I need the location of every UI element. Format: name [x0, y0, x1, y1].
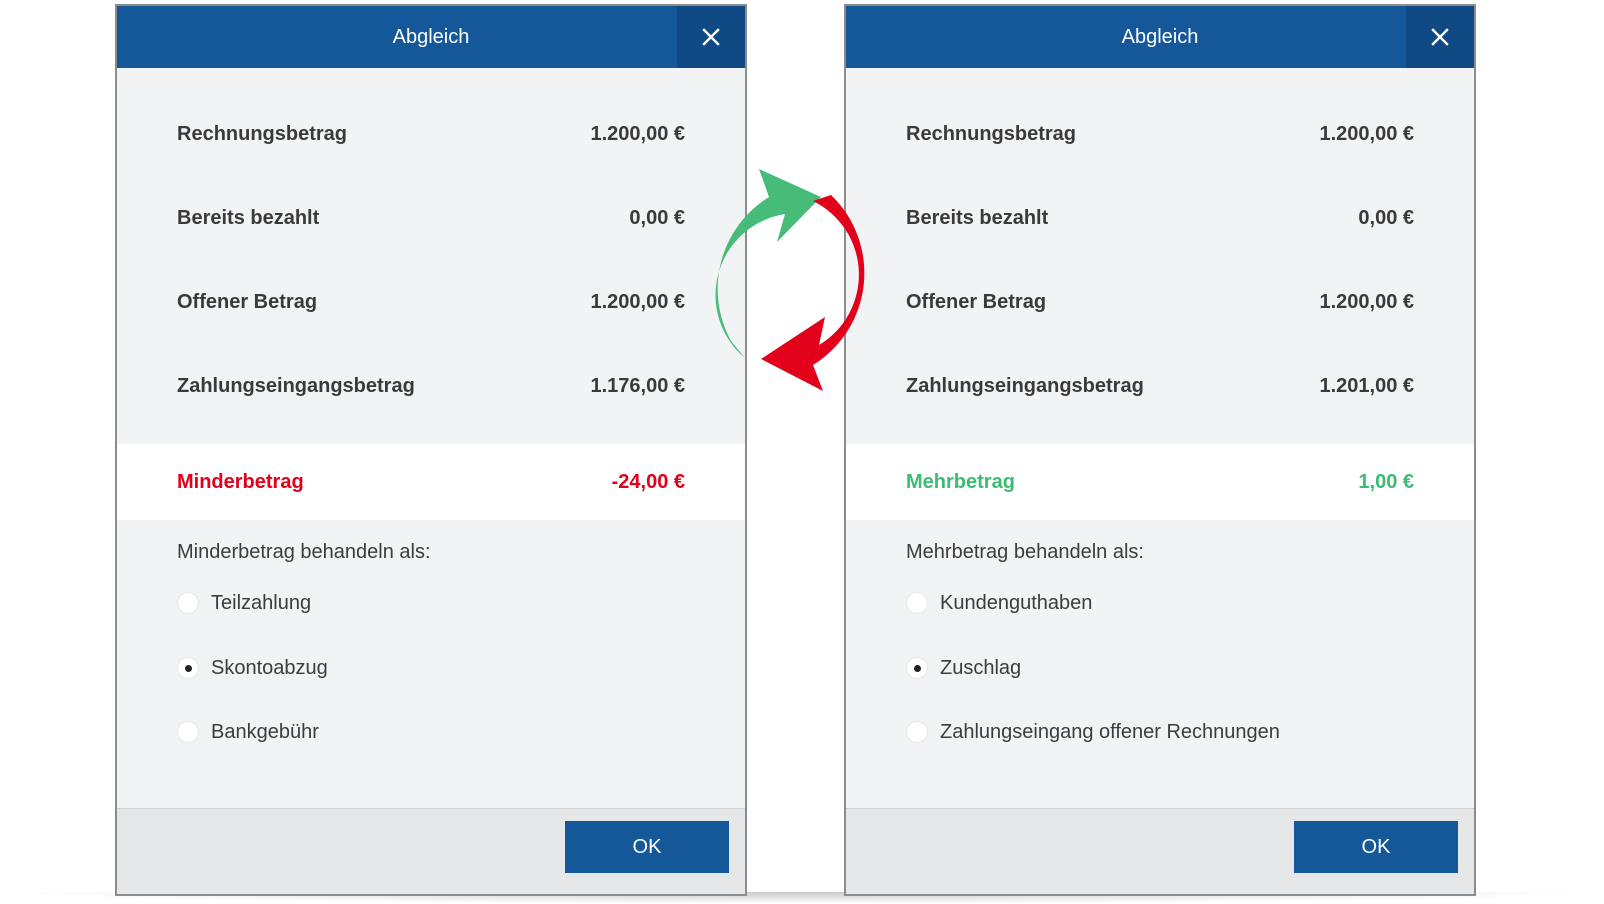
row-label: Zahlungseingangsbetrag [906, 375, 1144, 397]
row-value: 0,00 € [1358, 207, 1414, 229]
ok-button[interactable]: OK [1294, 821, 1458, 873]
treat-as-label: Mehrbetrag behandeln als: [906, 541, 1144, 563]
row-label: Bereits bezahlt [177, 207, 320, 229]
open-amount-row: Offener Betrag 1.200,00 € [906, 282, 1414, 322]
row-label: Offener Betrag [177, 291, 318, 313]
row-label: Bereits bezahlt [906, 207, 1049, 229]
close-button[interactable] [1406, 6, 1474, 68]
radio-button[interactable] [906, 721, 928, 743]
option-label: Teilzahlung [211, 592, 312, 614]
treat-as-label: Minderbetrag behandeln als: [177, 541, 431, 563]
radio-button[interactable] [177, 721, 199, 743]
ok-button[interactable]: OK [565, 821, 729, 873]
row-value: 1.200,00 € [1319, 123, 1414, 145]
red-arrow [761, 195, 865, 391]
option-label: Skontoabzug [211, 657, 328, 679]
dialog-titlebar: Abgleich [117, 6, 745, 68]
difference-value: 1,00 € [1358, 471, 1414, 493]
green-arrow [715, 169, 821, 358]
option-label: Kundenguthaben [940, 592, 1093, 614]
radio-button[interactable] [177, 592, 199, 614]
dialog-titlebar: Abgleich [846, 6, 1474, 68]
row-label: Rechnungsbetrag [906, 123, 1077, 145]
radio-dot [914, 665, 921, 672]
invoice-amount-row: Rechnungsbetrag 1.200,00 € [906, 114, 1414, 154]
close-icon [1431, 28, 1449, 46]
difference-label: Minderbetrag [177, 471, 304, 493]
radio-button-selected[interactable] [906, 657, 928, 679]
radio-dot [185, 665, 192, 672]
difference-band: Mehrbetrag 1,00 € [846, 444, 1474, 520]
row-value: 1.200,00 € [1319, 291, 1414, 313]
row-value: 1.176,00 € [590, 375, 685, 397]
dialog-footer: OK [117, 808, 745, 894]
difference-band: Minderbetrag -24,00 € [117, 444, 745, 520]
payment-received-row: Zahlungseingangsbetrag 1.176,00 € [177, 366, 685, 406]
option-label: Zahlungseingang offener Rechnungen [940, 721, 1280, 743]
difference-label: Mehrbetrag [906, 471, 1015, 493]
close-button[interactable] [677, 6, 745, 68]
reconciliation-dialog-left: Abgleich Rechnungsbetrag 1.200,00 € Bere… [115, 4, 747, 896]
payment-received-row: Zahlungseingangsbetrag 1.201,00 € [906, 366, 1414, 406]
row-value: 1.200,00 € [590, 291, 685, 313]
dialog-title: Abgleich [1121, 26, 1199, 48]
invoice-amount-row: Rechnungsbetrag 1.200,00 € [177, 114, 685, 154]
row-value: 1.201,00 € [1319, 375, 1414, 397]
row-label: Zahlungseingangsbetrag [177, 375, 415, 397]
radio-button-selected[interactable] [177, 657, 199, 679]
already-paid-row: Bereits bezahlt 0,00 € [906, 198, 1414, 238]
row-value: 1.200,00 € [590, 123, 685, 145]
row-label: Offener Betrag [906, 291, 1047, 313]
close-icon [702, 28, 720, 46]
already-paid-row: Bereits bezahlt 0,00 € [177, 198, 685, 238]
dialog-footer: OK [846, 808, 1474, 894]
row-value: 0,00 € [629, 207, 685, 229]
dialog-title: Abgleich [392, 26, 470, 48]
option-label: Bankgebühr [211, 721, 319, 743]
row-label: Rechnungsbetrag [177, 123, 348, 145]
sync-arrows-icon [715, 169, 865, 391]
open-amount-row: Offener Betrag 1.200,00 € [177, 282, 685, 322]
reconciliation-dialog-right: Abgleich Rechnungsbetrag 1.200,00 € Bere… [844, 4, 1476, 896]
difference-value: -24,00 € [611, 471, 685, 493]
radio-button[interactable] [906, 592, 928, 614]
option-label: Zuschlag [940, 657, 1022, 679]
